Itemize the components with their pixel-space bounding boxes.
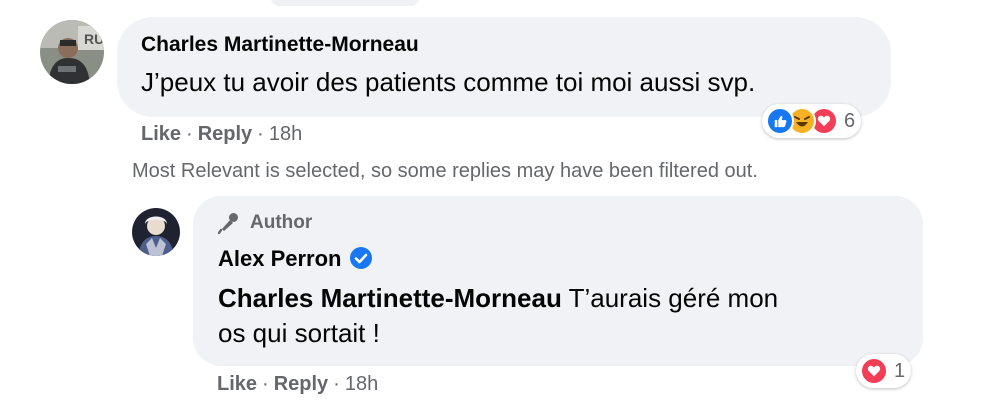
reply-text-line1: Charles Martinette-Morneau T’aurais géré… (218, 283, 778, 314)
author-badge: Author (218, 212, 312, 234)
like-icon (766, 107, 794, 135)
reply-reactions[interactable]: 1 (856, 354, 912, 388)
love-icon (860, 357, 888, 385)
microphone-icon (218, 213, 238, 234)
verified-badge-icon (349, 247, 372, 269)
comment-bubble: Charles Martinette-Morneau J’peux tu avo… (117, 17, 891, 117)
reply-button[interactable]: Reply (198, 123, 252, 145)
reaction-count: 6 (844, 109, 856, 132)
reply-timestamp[interactable]: 18h (345, 373, 378, 395)
reply-actions: Like · Reply · 18h (217, 373, 378, 396)
separator-dot: · (262, 373, 269, 395)
separator-dot: · (186, 123, 193, 145)
avatar[interactable] (132, 208, 180, 256)
comment-author-name[interactable]: Charles Martinette-Morneau (141, 33, 419, 57)
previous-reply-stub (270, 0, 420, 6)
reply-text: T’aurais géré mon (561, 283, 779, 313)
separator-dot: · (257, 123, 264, 145)
reply-author-label: Alex Perron (218, 246, 342, 271)
comment-reactions[interactable]: 6 (762, 104, 862, 138)
reply-author-name[interactable]: Alex Perron (218, 246, 372, 272)
comment-timestamp[interactable]: 18h (269, 123, 302, 145)
comment-actions: Like · Reply · 18h (141, 123, 302, 146)
filter-note: Most Relevant is selected, so some repli… (132, 160, 758, 182)
reaction-count: 1 (894, 359, 906, 382)
comment-text: J’peux tu avoir des patients comme toi m… (141, 67, 756, 97)
author-badge-label: Author (250, 212, 313, 233)
like-button[interactable]: Like (217, 373, 257, 395)
mention-link[interactable]: Charles Martinette-Morneau (218, 283, 562, 313)
svg-text:RU: RU (84, 31, 104, 47)
reply-button[interactable]: Reply (274, 373, 328, 395)
reply-text-line2: os qui sortait ! (218, 318, 380, 348)
avatar[interactable]: RU (40, 20, 104, 84)
like-button[interactable]: Like (141, 123, 181, 145)
separator-dot: · (333, 373, 340, 395)
